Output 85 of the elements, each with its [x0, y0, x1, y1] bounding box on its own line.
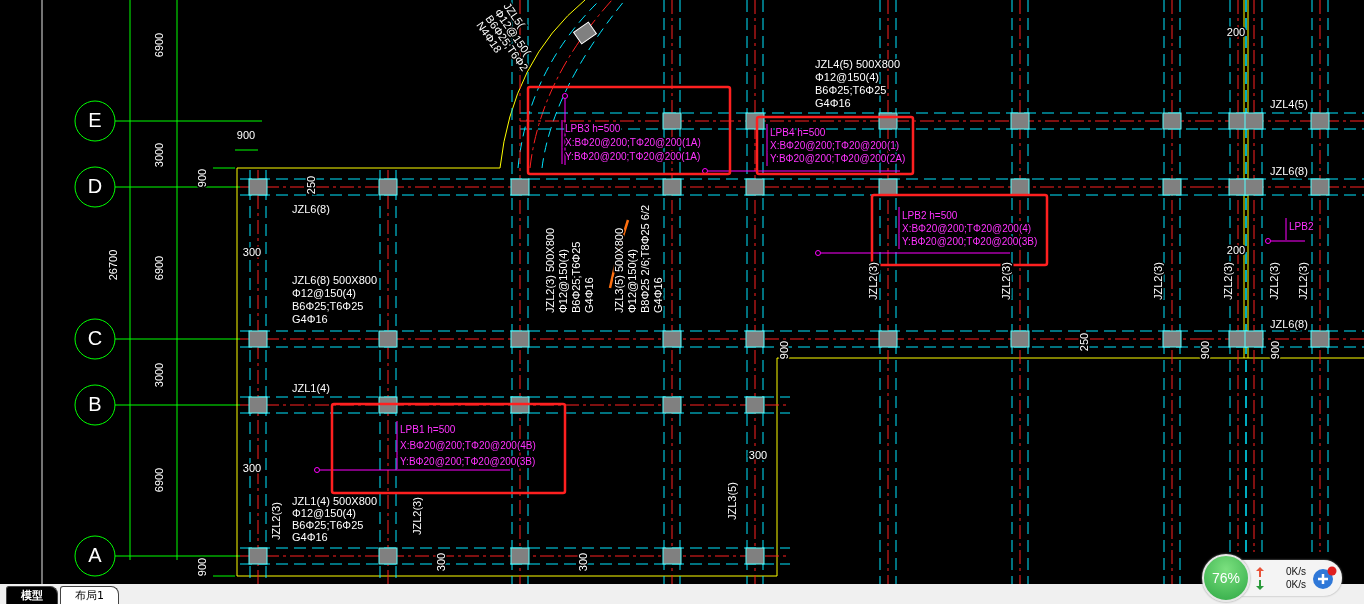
beam-label: JZL2(3): [1297, 262, 1309, 300]
slab-note-line: LPB1 h=500: [400, 424, 456, 435]
beam-note-line: Φ12@150(4): [626, 249, 638, 313]
dimension-text: 3000: [152, 142, 165, 168]
dimension-text: 250: [1077, 332, 1090, 352]
slab-note-line: Y:BΦ20@200;TΦ20@200(3B): [902, 236, 1038, 247]
beam-note-line: JZL2(3) 500X800: [544, 228, 556, 313]
beam-label: JZL2(3): [867, 262, 879, 300]
slab-note-line: Y:BΦ20@200;TΦ20@200(2A): [770, 153, 906, 164]
upload-arrow-icon: [1256, 566, 1264, 577]
beam-label: JZL2(3): [1268, 262, 1280, 300]
slab-note-line: LPB2: [1289, 221, 1314, 232]
slab-note-line: X:BΦ20@200;TΦ20@200(4): [902, 223, 1032, 234]
slab-note-line: X:BΦ20@200;TΦ20@200(1): [770, 140, 900, 151]
axis-label: B: [88, 393, 102, 416]
beam-note-line: B6Φ25;T6Φ25: [292, 519, 364, 531]
beam-label: JZL6(8): [1270, 165, 1308, 177]
upload-rate: 0K/s: [1286, 566, 1306, 577]
dimension-text: 300: [576, 552, 589, 572]
beam-note-line: G4Φ16: [815, 97, 851, 109]
beam-label: JZL2(3): [411, 497, 423, 535]
beam-note-line: JZL4(5) 500X800: [815, 58, 900, 70]
slab-note-line: LPB2 h=500: [902, 210, 958, 221]
slab-note-line: X:BΦ20@200;TΦ20@200(4B): [400, 440, 536, 451]
slab-note-line: Y:BΦ20@200;TΦ20@200(1A): [565, 151, 701, 162]
dimension-text: 900: [236, 128, 256, 141]
dimension-text: 3000: [152, 362, 165, 388]
dimension-text: 900: [1198, 340, 1211, 360]
beam-label: JZL2(3): [1222, 262, 1234, 300]
download-rate: 0K/s: [1286, 579, 1306, 590]
download-arrow-icon: [1256, 579, 1264, 590]
beam-label: JZL2(3): [1000, 262, 1012, 300]
beam-note-line: Φ12@150(4): [557, 249, 569, 313]
beam-note-line: G4Φ16: [292, 531, 328, 543]
beam-note-line: B8Φ25 2/6;T8Φ25 6/2: [639, 204, 651, 313]
slab-note-line: LPB4 h=500: [770, 127, 826, 138]
beam-note-line: JZL6(8) 500X800: [292, 274, 377, 286]
beam-note-line: G4Φ16: [583, 277, 595, 313]
beam-label: JZL2(3): [1152, 262, 1164, 300]
dimension-text: 900: [1268, 340, 1281, 360]
dimension-text: 200: [1226, 25, 1246, 38]
beam-note-line: Φ12@150(4): [292, 287, 356, 299]
axis-label: A: [88, 544, 102, 567]
dimension-text: 200: [1226, 243, 1246, 256]
dimension-text: 300: [748, 448, 768, 461]
beam-note-line: Φ12@150(4): [292, 507, 356, 519]
dimension-text: 250: [304, 175, 317, 195]
slab-note-line: LPB3 h=500: [565, 123, 621, 134]
layout-tab[interactable]: 模型: [6, 586, 58, 604]
beam-note-line: G4Φ16: [652, 277, 664, 313]
beam-label: JZL1(4): [292, 382, 330, 394]
axis-bubble: [74, 384, 116, 426]
beam-note-line: JZL3(5) 500X800: [613, 228, 625, 313]
dimension-text: 900: [195, 168, 208, 188]
axis-label: D: [87, 175, 103, 198]
dimension-text: 300: [242, 461, 262, 474]
axis-bubble: [74, 318, 116, 360]
beam-label: JZL3(5): [726, 482, 738, 520]
beam-note-line: B6Φ25;T6Φ25: [815, 84, 887, 96]
axis-label: C: [87, 327, 103, 350]
dimension-text: 300: [242, 245, 262, 258]
beam-label: JZL6(8): [1270, 318, 1308, 330]
dimension-text: 900: [195, 557, 208, 577]
beam-note-line: B6Φ25;T6Φ25: [292, 300, 364, 312]
axis-bubble: [74, 166, 116, 208]
dimension-text: 900: [777, 340, 790, 360]
plus-icon[interactable]: [1312, 566, 1338, 590]
beam-label: JZL2(3): [270, 502, 282, 540]
layout-tab[interactable]: 布局1: [60, 586, 119, 604]
axis-label: E: [88, 109, 102, 132]
slab-note-line: X:BΦ20@200;TΦ20@200(1A): [565, 137, 701, 148]
slab-note-line: Y:BΦ20@200;TΦ20@200(3B): [400, 456, 536, 467]
dimension-text: 6900: [152, 467, 165, 493]
axis-bubble: [74, 100, 116, 142]
dimension-text: 6900: [152, 32, 165, 58]
beam-note-line: G4Φ16: [292, 313, 328, 325]
dimension-text: 6900: [152, 255, 165, 281]
beam-label: JZL6(8): [292, 203, 330, 215]
beam-label: JZL4(5): [1270, 98, 1308, 110]
axis-bubble: [74, 535, 116, 577]
beam-note-line: Φ12@150(4): [815, 71, 879, 83]
beam-note-line: JZL1(4) 500X800: [292, 495, 377, 507]
beam-note-line: B6Φ25;T6Φ25: [570, 241, 582, 313]
dimension-text: 300: [434, 552, 447, 572]
dimension-text: 26700: [106, 249, 119, 281]
